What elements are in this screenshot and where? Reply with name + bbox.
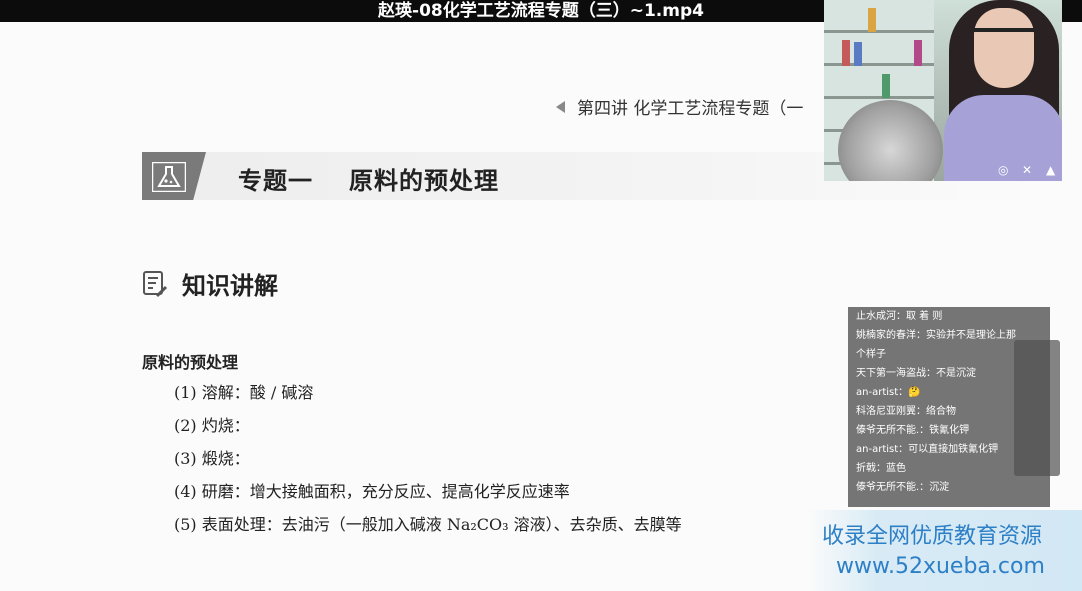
webcam-overlay[interactable]: ◎ ✕ ▲ [824, 0, 1062, 181]
chat-message: 止水成河：取 着 则 [856, 311, 943, 322]
book [914, 40, 922, 66]
back-arrow-icon [556, 100, 565, 113]
book [882, 74, 890, 98]
topic-name: 原料的预处理 [349, 167, 499, 195]
flask-icon [152, 162, 186, 192]
list-item: (5) 表面处理：去油污（一般加入碱液 Na₂CO₃ 溶液）、去杂质、去膜等 [174, 515, 682, 534]
pretreatment-list: (1) 溶解：酸 / 碱溶 (2) 灼烧： (3) 煅烧： (4) 研磨：增大接… [174, 382, 682, 547]
book [854, 42, 862, 66]
section-label: 知识讲解 [182, 272, 278, 300]
list-item: (1) 溶解：酸 / 碱溶 [174, 383, 314, 402]
chat-message: … [856, 501, 866, 507]
presenter-glasses [974, 28, 1034, 48]
camera-icon[interactable]: ◎ [998, 163, 1008, 177]
section-heading: 知识讲解 [142, 266, 278, 301]
notes-icon [143, 270, 168, 297]
topic-part: 专题一 [238, 167, 313, 195]
book [842, 40, 850, 66]
chat-message: 傣爷无所不能.：沉淀 [856, 482, 950, 493]
watermark-slogan: 收录全网优质教育资源 [822, 524, 1043, 549]
video-title: 赵瑛-08化学工艺流程专题（三）~1.mp4 [378, 1, 704, 21]
sub-heading: 原料的预处理 [142, 353, 239, 372]
pin-icon[interactable]: ✕ [1022, 163, 1032, 177]
presenter-face [974, 8, 1034, 88]
list-item: (3) 煅烧： [174, 449, 250, 468]
list-item: (2) 灼烧： [174, 416, 250, 435]
lecture-title: 第四讲 化学工艺流程专题（一 [577, 99, 804, 119]
expand-icon[interactable]: ▲ [1046, 163, 1055, 177]
flask-icon-box [142, 152, 206, 200]
watermark-url: www.52xueba.com [836, 554, 1045, 579]
site-watermark: 收录全网优质教育资源 www.52xueba.com [808, 510, 1082, 591]
list-item: (4) 研磨：增大接触面积，充分反应、提高化学反应速率 [174, 482, 570, 501]
chat-scrollbar[interactable] [1014, 340, 1060, 476]
book [868, 8, 876, 32]
lecture-header: 第四讲 化学工艺流程专题（一 [556, 94, 803, 119]
topic-title: 专题一 原料的预处理 [238, 161, 499, 196]
